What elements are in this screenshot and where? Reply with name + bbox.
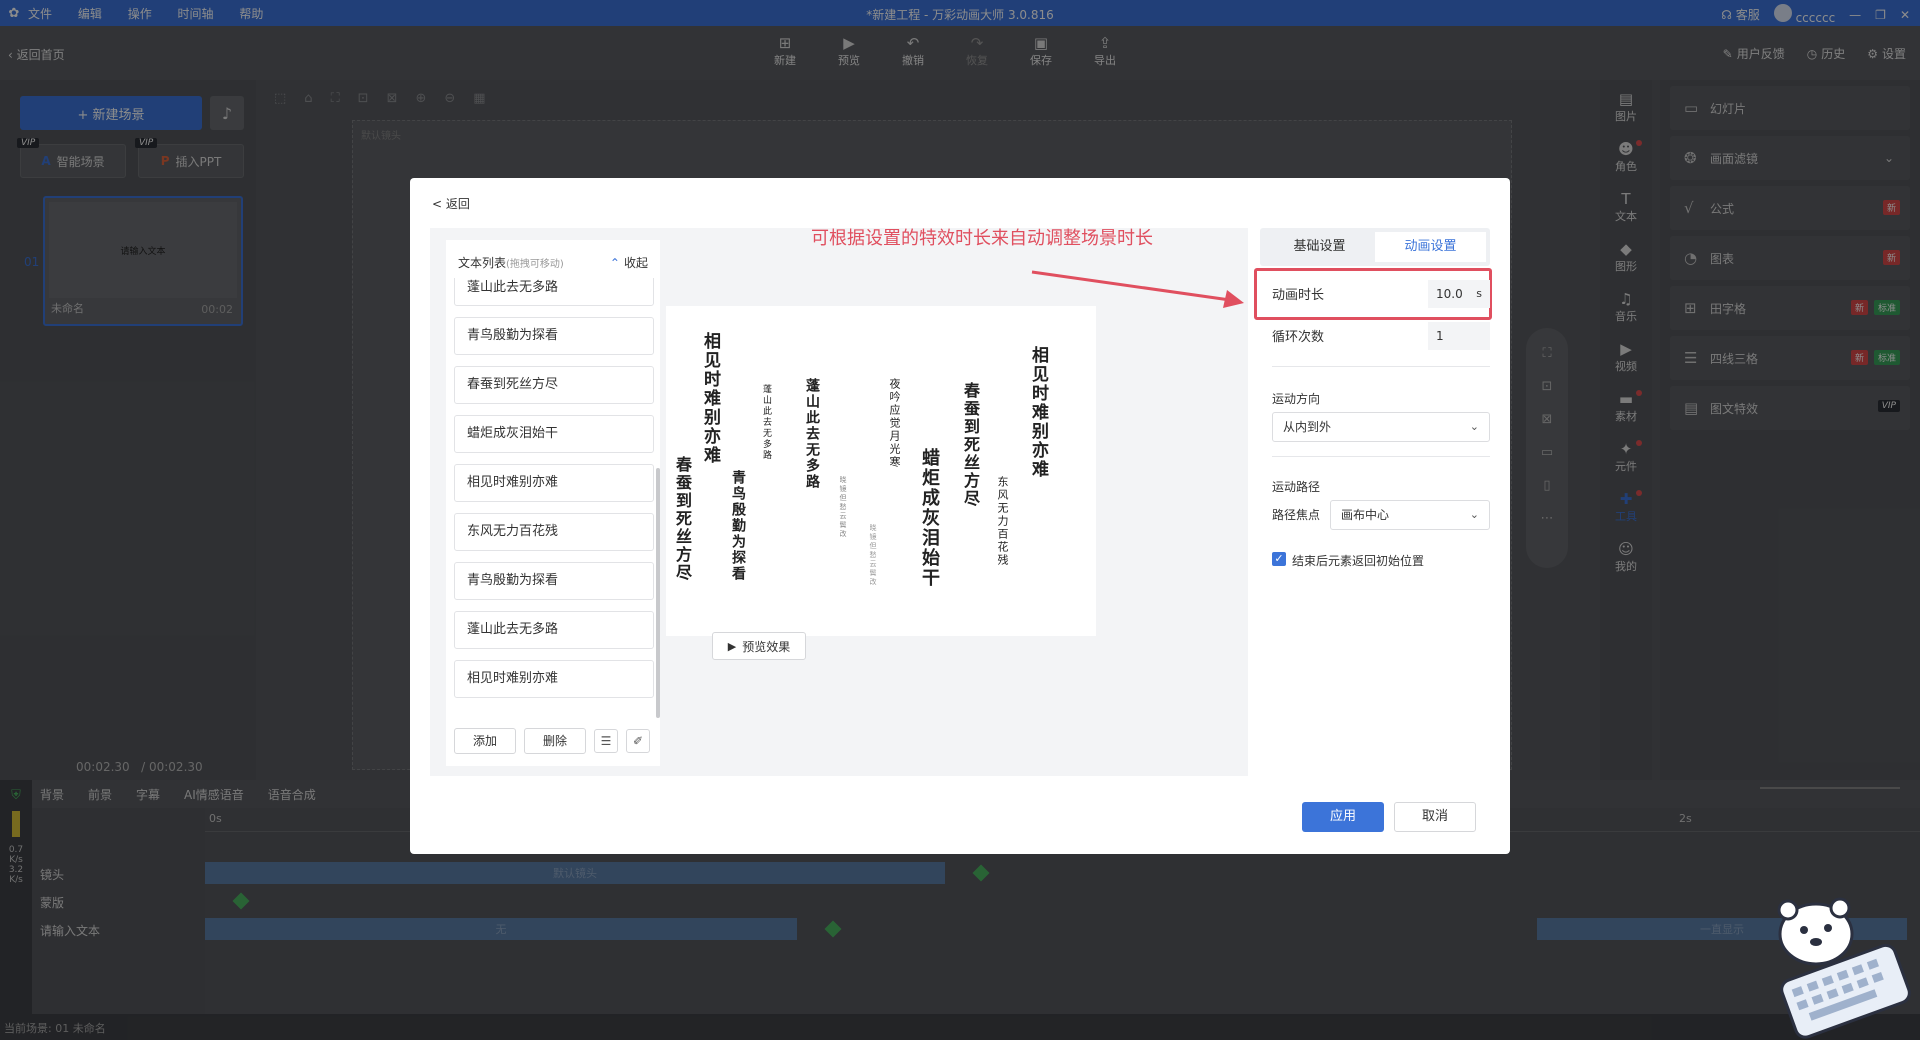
settings-tabs: 基础设置 动画设置 [1260,228,1490,266]
list-item[interactable]: 蓬山此去无多路 [454,278,654,306]
play-icon: ▶ [727,639,737,653]
return-checkbox[interactable]: ✓ [1272,552,1286,566]
list-scrollbar[interactable] [656,468,660,718]
list-actions: 添加 删除 ☰ ✐ [454,728,650,754]
list-item[interactable]: 青鸟殷勤为探看 [454,317,654,355]
focus-value: 画布中心 [1341,508,1390,522]
list-item[interactable]: 蜡炬成灰泪始干 [454,415,654,453]
collapse-button[interactable]: ⌃ 收起 [610,254,648,271]
preview-text: 春蚕到死丝方尽 [673,456,692,582]
direction-select[interactable]: 从内到外 ⌄ [1272,412,1490,442]
preview-text: 东风无力百花残 [996,476,1009,567]
preview-text: 蓬山此去无多路 [804,378,820,490]
text-items: 蓬山此去无多路 青鸟殷勤为探看 春蚕到死丝方尽 蜡炬成灰泪始干 相见时难别亦难 … [454,278,654,708]
preview-text: 青鸟殷勤为探看 [730,470,746,582]
path-label: 运动路径 [1272,480,1321,494]
mascot-bear-icon [1777,897,1911,1039]
list-item[interactable]: 相见时难别亦难 [454,464,654,502]
settings-panel: 基础设置 动画设置 动画时长 10.0 s 循环次数 1 运动方向 从内到外 ⌄ 运… [1254,228,1492,776]
tab-basic-settings[interactable]: 基础设置 [1264,232,1375,262]
list-item[interactable]: 相见时难别亦难 [454,660,654,698]
direction-label: 运动方向 [1272,392,1321,406]
preview-text: 春蚕到死丝方尽 [961,382,980,508]
back-button[interactable]: < 返回 [432,195,470,212]
preview-text: 夜吟应觉月光寒 [888,378,901,469]
list-item[interactable]: 蓬山此去无多路 [454,611,654,649]
duration-value: 10.0 [1436,287,1463,301]
chevron-down-icon: ⌄ [1469,420,1479,433]
collapse-label: 收起 [623,256,648,270]
delete-button[interactable]: 删除 [524,728,586,754]
divider [1272,366,1490,367]
duration-label: 动画时长 [1272,288,1325,303]
chevron-up-icon: ⌃ [609,256,620,270]
text-effect-dialog: < 返回 文本列表(拖拽可移动) ⌃ 收起 蓬山此去无多路 青鸟殷勤为探看 春蚕到… [410,178,1510,854]
loop-input[interactable]: 1 [1428,322,1490,350]
text-list-panel: 文本列表(拖拽可移动) ⌃ 收起 蓬山此去无多路 青鸟殷勤为探看 春蚕到死丝方尽 … [446,240,660,766]
focus-label: 路径焦点 [1272,508,1321,522]
preview-effect-button[interactable]: ▶ 预览效果 [712,632,806,660]
preview-text: 相见时难别亦难 [1028,346,1048,479]
preview-text: 晓镜但愁云鬓改 [839,476,847,539]
return-label: 结束后元素返回初始位置 [1292,554,1425,568]
preview-text: 相见时难别亦难 [700,332,720,465]
list-hint: (拖拽可移动) [506,259,564,270]
effect-preview: 春蚕到死丝方尽 相见时难别亦难 青鸟殷勤为探看 蓬山此去无多路 蓬山此去无多路 … [666,306,1096,636]
annotation-arrow-icon [1031,270,1244,308]
cancel-button[interactable]: 取消 [1394,802,1476,832]
brush-icon[interactable]: ✐ [626,729,650,753]
loop-label: 循环次数 [1272,330,1325,345]
list-item[interactable]: 春蚕到死丝方尽 [454,366,654,404]
list-icon[interactable]: ☰ [594,729,618,753]
preview-effect-label: 预览效果 [742,639,791,654]
preview-text: 蜡炬成灰泪始干 [919,448,940,588]
list-title: 文本列表 [458,256,507,270]
direction-value: 从内到外 [1283,420,1332,434]
text-list-title: 文本列表(拖拽可移动) [458,254,564,271]
divider [1272,456,1490,457]
preview-text: 蓬山此去无多路 [761,384,771,461]
annotation-label: 可根据设置的特效时长来自动调整场景时长 [811,228,1153,249]
list-item[interactable]: 青鸟殷勤为探看 [454,562,654,600]
apply-button[interactable]: 应用 [1302,802,1384,832]
preview-text: 晓镜但愁云鬓改 [869,524,877,587]
chevron-down-icon: ⌄ [1469,508,1479,521]
list-item[interactable]: 东风无力百花残 [454,513,654,551]
duration-unit: s [1476,287,1482,300]
add-button[interactable]: 添加 [454,728,516,754]
duration-input[interactable]: 10.0 s [1428,280,1490,308]
tab-animation-settings[interactable]: 动画设置 [1375,232,1486,262]
focus-select[interactable]: 画布中心 ⌄ [1330,500,1490,530]
effect-editor: 文本列表(拖拽可移动) ⌃ 收起 蓬山此去无多路 青鸟殷勤为探看 春蚕到死丝方尽 … [430,228,1248,776]
